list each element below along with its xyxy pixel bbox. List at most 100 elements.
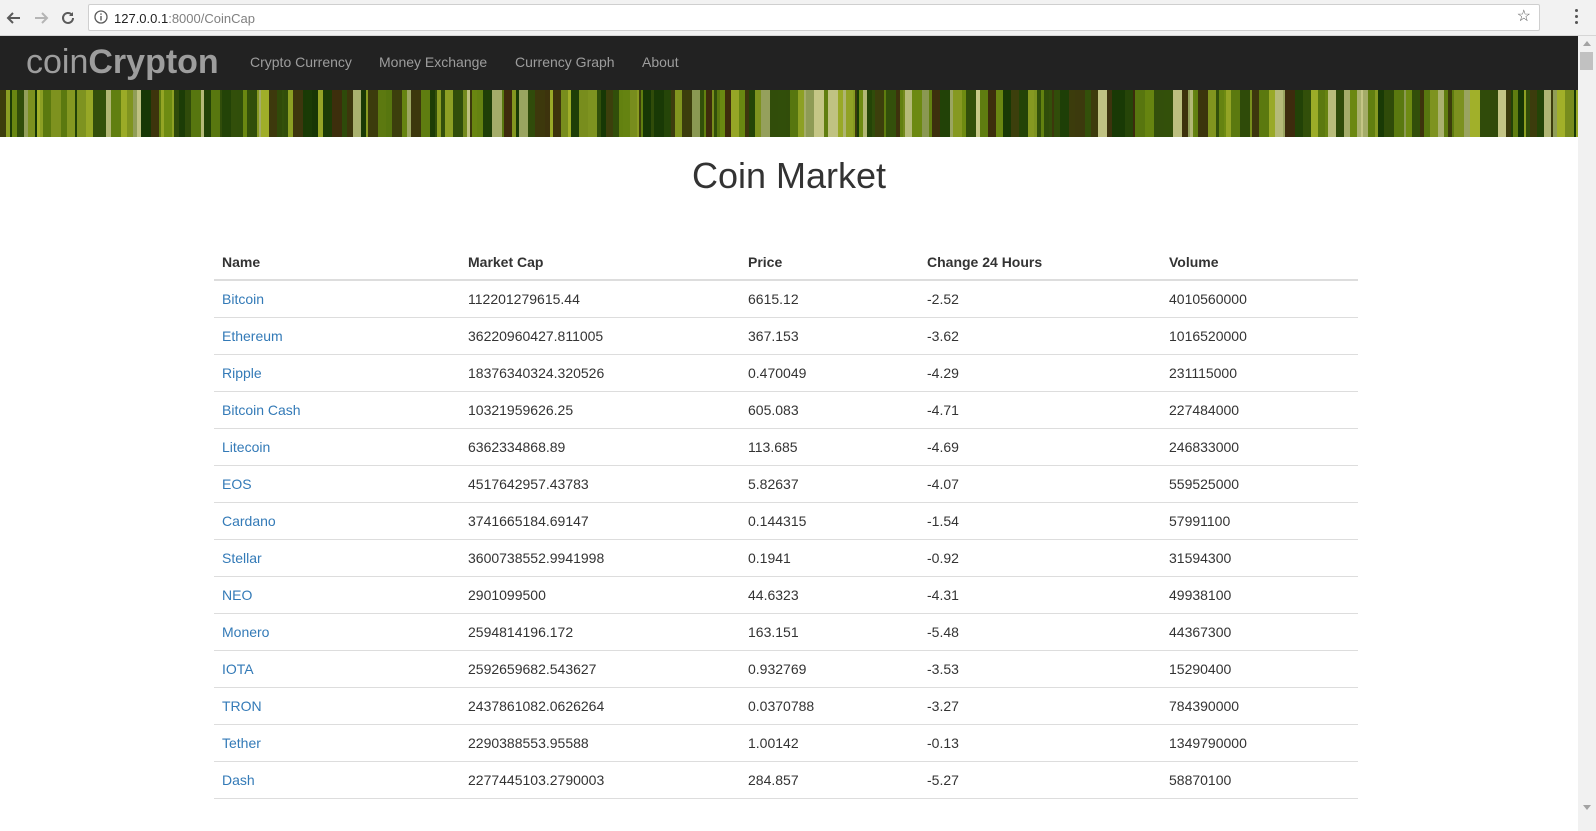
market-cap-cell: 112201279615.44 [460,280,740,318]
market-cap-cell: 6362334868.89 [460,428,740,466]
forward-button[interactable] [29,6,53,30]
coin-name-cell: Litecoin [214,428,460,466]
coin-name-link[interactable]: Bitcoin Cash [222,402,301,418]
volume-cell: 15290400 [1161,650,1358,688]
table-row: Tether 2290388553.95588 1.00142 -0.13 134979… [214,724,1358,762]
market-cap-cell: 2277445103.2790003 [460,761,740,799]
table-row: Cardano 3741665184.69147 0.144315 -1.54 5799… [214,502,1358,540]
change-cell: -4.71 [919,391,1161,429]
price-cell: 605.083 [740,391,919,429]
coin-name-cell: Bitcoin [214,280,460,318]
coin-name-cell: IOTA [214,650,460,688]
coin-name-link[interactable]: Monero [222,624,269,640]
change-cell: -3.62 [919,317,1161,355]
header-market-cap: Market Cap [460,245,740,281]
header-change-24h: Change 24 Hours [919,245,1161,281]
page-scrollbar[interactable] [1578,36,1596,831]
coin-name-cell: NEO [214,576,460,614]
back-button[interactable] [2,6,26,30]
nav-crypto-currency[interactable]: Crypto Currency [250,53,352,71]
brand-logo[interactable]: coinCrypton [26,42,219,82]
price-cell: 163.151 [740,613,919,651]
reload-icon [62,11,74,24]
coin-name-link[interactable]: Tether [222,735,261,751]
coin-name-link[interactable]: TRON [222,698,262,714]
table-row: Monero 2594814196.172 163.151 -5.48 44367300 [214,613,1358,651]
table-row: Stellar 3600738552.9941998 0.1941 -0.92 3159… [214,539,1358,577]
coin-name-link[interactable]: Dash [222,772,255,788]
info-icon[interactable] [94,10,108,24]
navbar: coinCrypton Crypto Currency Money Exchan… [0,36,1578,90]
brand-bold: Crypton [88,43,219,81]
coin-name-cell: Cardano [214,502,460,540]
coin-name-link[interactable]: Cardano [222,513,276,529]
price-cell: 367.153 [740,317,919,355]
change-cell: -2.52 [919,280,1161,318]
coin-name-link[interactable]: Litecoin [222,439,270,455]
market-cap-cell: 36220960427.811005 [460,317,740,355]
price-cell: 0.144315 [740,502,919,540]
coin-name-link[interactable]: NEO [222,587,252,603]
browser-menu-icon[interactable] [1572,9,1580,27]
price-cell: 44.6323 [740,576,919,614]
scroll-down-icon[interactable] [1583,805,1591,810]
coin-name-link[interactable]: EOS [222,476,252,492]
price-cell: 6615.12 [740,280,919,318]
coin-name-link[interactable]: Ripple [222,365,262,381]
volume-cell: 227484000 [1161,391,1358,429]
price-cell: 0.932769 [740,650,919,688]
price-cell: 1.00142 [740,724,919,762]
header-volume: Volume [1161,245,1358,281]
browser-toolbar: 127.0.0.1:8000/CoinCap ☆ [0,0,1596,36]
coin-name-link[interactable]: Bitcoin [222,291,264,307]
header-name: Name [214,245,460,281]
coin-name-link[interactable]: Stellar [222,550,262,566]
coin-market-table: Name Market Cap Price Change 24 Hours Vo… [214,245,1358,799]
change-cell: -4.31 [919,576,1161,614]
table-row: Ethereum 36220960427.811005 367.153 -3.62 10… [214,317,1358,355]
change-cell: -0.92 [919,539,1161,577]
forward-arrow-icon [35,12,49,24]
url-path: :8000/CoinCap [168,11,255,26]
change-cell: -0.13 [919,724,1161,762]
market-cap-cell: 2592659682.543627 [460,650,740,688]
scroll-up-icon[interactable] [1583,41,1591,46]
market-cap-cell: 18376340324.320526 [460,354,740,392]
table-row: EOS 4517642957.43783 5.82637 -4.07 559525000 [214,465,1358,503]
coin-name-cell: Stellar [214,539,460,577]
change-cell: -3.53 [919,650,1161,688]
volume-cell: 4010560000 [1161,280,1358,318]
header-banner-image [0,90,1578,137]
change-cell: -5.27 [919,761,1161,799]
volume-cell: 57991100 [1161,502,1358,540]
address-bar[interactable]: 127.0.0.1:8000/CoinCap ☆ [88,4,1540,31]
change-cell: -1.54 [919,502,1161,540]
coin-name-link[interactable]: Ethereum [222,328,283,344]
reload-button[interactable] [56,6,80,30]
nav-currency-graph[interactable]: Currency Graph [515,53,615,71]
nav-money-exchange[interactable]: Money Exchange [379,53,487,71]
price-cell: 284.857 [740,761,919,799]
url-host: 127.0.0.1 [114,11,169,26]
table-row: Dash 2277445103.2790003 284.857 -5.27 588701… [214,761,1358,799]
volume-cell: 58870100 [1161,761,1358,799]
price-cell: 113.685 [740,428,919,466]
price-cell: 0.470049 [740,354,919,392]
coin-name-cell: Tether [214,724,460,762]
coin-name-cell: Bitcoin Cash [214,391,460,429]
volume-cell: 231115000 [1161,354,1358,392]
market-cap-cell: 2901099500 [460,576,740,614]
bookmark-star-icon[interactable]: ☆ [1517,9,1531,25]
coin-name-link[interactable]: IOTA [222,661,254,677]
market-cap-cell: 2437861082.0626264 [460,687,740,725]
change-cell: -4.69 [919,428,1161,466]
change-cell: -5.48 [919,613,1161,651]
scroll-thumb[interactable] [1580,52,1593,70]
nav-about[interactable]: About [642,53,679,71]
table-row: Bitcoin Cash 10321959626.25 605.083 -4.71 22… [214,391,1358,429]
market-cap-cell: 3741665184.69147 [460,502,740,540]
volume-cell: 1016520000 [1161,317,1358,355]
change-cell: -4.07 [919,465,1161,503]
volume-cell: 559525000 [1161,465,1358,503]
url-text: 127.0.0.1:8000/CoinCap [114,11,255,26]
